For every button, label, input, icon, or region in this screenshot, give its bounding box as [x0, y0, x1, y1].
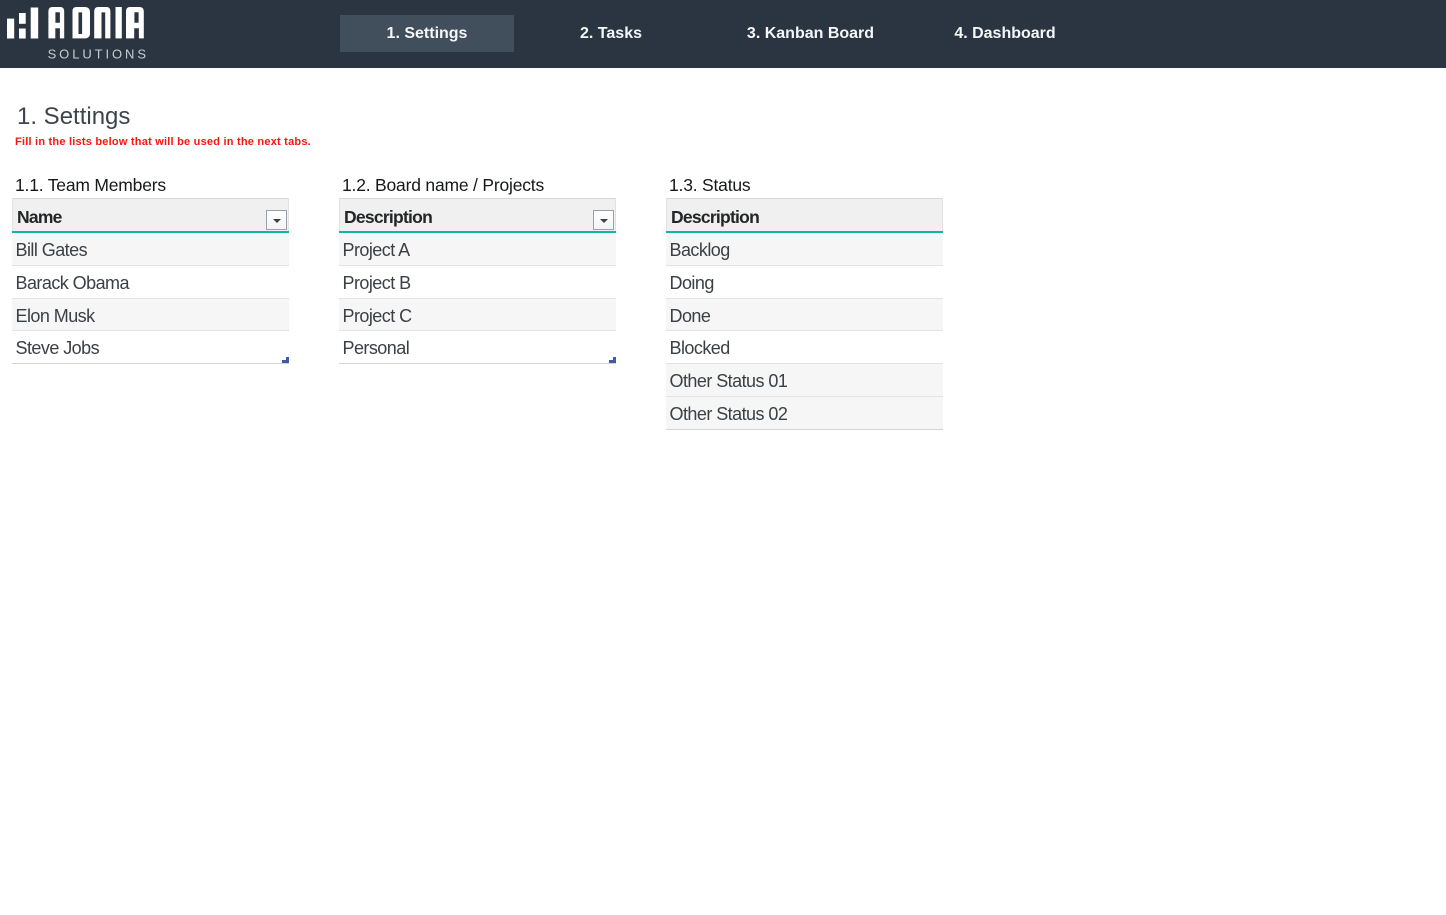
svg-text:SOLUTIONS: SOLUTIONS: [48, 47, 147, 62]
